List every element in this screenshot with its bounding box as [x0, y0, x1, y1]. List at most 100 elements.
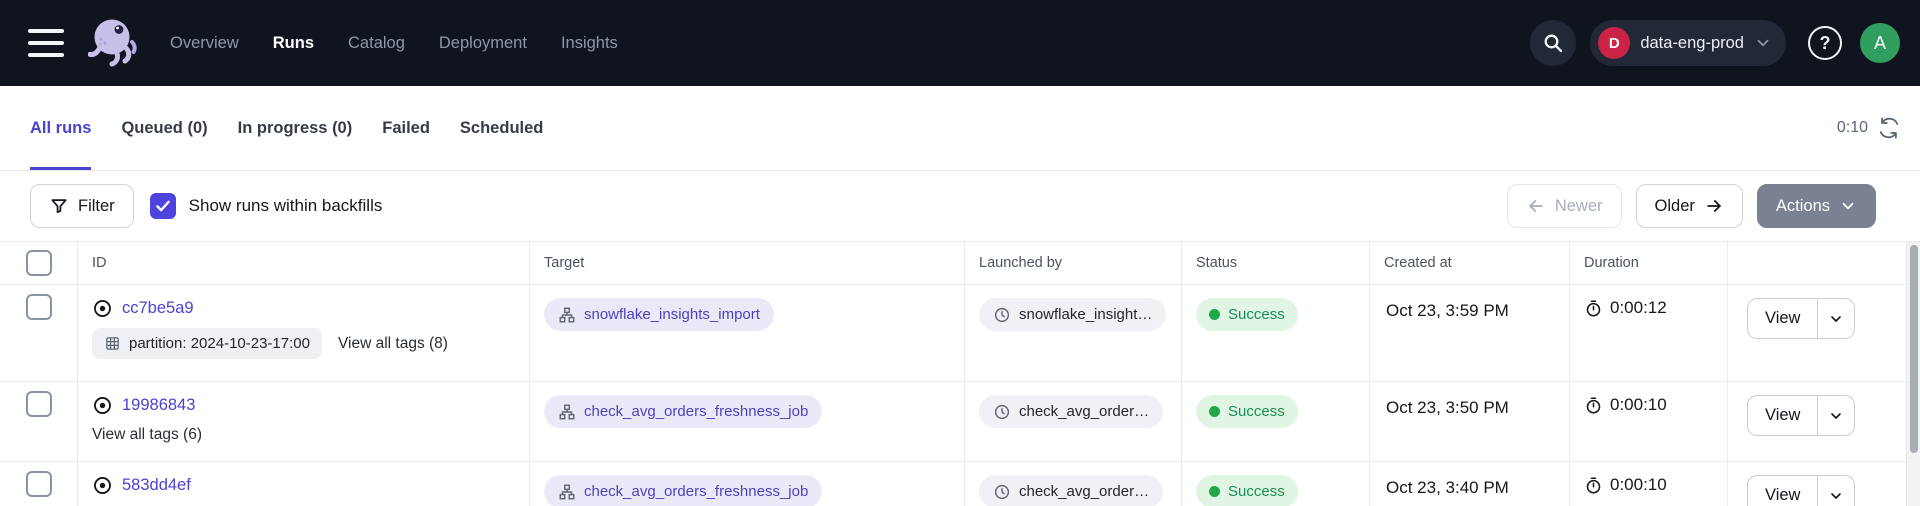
- partition-tag-label: partition: 2024-10-23-17:00: [129, 335, 310, 352]
- grid-icon: [104, 335, 121, 352]
- nav-item-runs[interactable]: Runs: [273, 34, 314, 53]
- actions-button-label: Actions: [1776, 197, 1830, 216]
- created-at-value: Oct 23, 3:59 PM: [1386, 298, 1509, 321]
- chevron-down-icon: [1754, 34, 1772, 52]
- backfills-label: Show runs within backfills: [189, 196, 383, 216]
- help-icon[interactable]: ?: [1808, 26, 1842, 60]
- search-button[interactable]: [1530, 20, 1576, 66]
- tab-scheduled[interactable]: Scheduled: [460, 86, 543, 170]
- column-header-target: Target: [530, 242, 965, 284]
- older-button[interactable]: Older: [1636, 184, 1743, 228]
- table-row: cc7be5a9 partition: 2024-10-23-17:00 Vie…: [0, 285, 1906, 382]
- clock-icon: [993, 403, 1011, 421]
- view-split-button: View: [1747, 475, 1855, 506]
- stopwatch-icon: [1584, 476, 1603, 495]
- nav-item-deployment[interactable]: Deployment: [439, 34, 527, 53]
- target-job-pill[interactable]: check_avg_orders_freshness_job: [544, 395, 822, 428]
- run-status-circle-icon: [92, 395, 113, 416]
- stopwatch-icon: [1584, 299, 1603, 318]
- view-menu-chevron-icon[interactable]: [1818, 299, 1854, 338]
- target-job-label: check_avg_orders_freshness_job: [584, 403, 808, 420]
- launched-by-label: snowflake_insight…: [1019, 306, 1152, 323]
- table-header-row: ID Target Launched by Status Created at …: [0, 242, 1906, 285]
- duration-value: 0:00:10: [1610, 475, 1667, 495]
- show-backfills-toggle[interactable]: Show runs within backfills: [150, 193, 383, 219]
- run-status-circle-icon: [92, 298, 113, 319]
- hamburger-menu-icon[interactable]: [28, 29, 64, 57]
- top-navigation-bar: Overview Runs Catalog Deployment Insight…: [0, 0, 1920, 86]
- newer-button-label: Newer: [1555, 197, 1603, 216]
- runs-table: ID Target Launched by Status Created at …: [0, 242, 1920, 506]
- job-graph-icon: [558, 483, 576, 501]
- refresh-icon[interactable]: [1878, 117, 1900, 139]
- column-header-duration: Duration: [1570, 242, 1728, 284]
- vertical-scrollbar[interactable]: [1906, 242, 1920, 506]
- launched-by-pill[interactable]: check_avg_order…: [979, 475, 1163, 506]
- column-header-created-at: Created at: [1370, 242, 1570, 284]
- status-badge: Success: [1196, 395, 1298, 428]
- run-status-circle-icon: [92, 475, 113, 496]
- run-id-link[interactable]: 583dd4ef: [122, 476, 191, 495]
- status-label: Success: [1228, 403, 1285, 420]
- run-id-link[interactable]: 19986843: [122, 396, 195, 415]
- backfills-checkbox[interactable]: [150, 193, 176, 219]
- view-all-tags-link[interactable]: View all tags (8): [338, 335, 448, 353]
- older-button-label: Older: [1655, 197, 1695, 216]
- filter-bar: Filter Show runs within backfills Newer …: [0, 171, 1920, 242]
- created-at-value: Oct 23, 3:40 PM: [1386, 475, 1509, 498]
- tab-queued[interactable]: Queued (0): [121, 86, 207, 170]
- deployment-switcher[interactable]: D data-eng-prod: [1590, 20, 1786, 66]
- column-header-id: ID: [78, 242, 530, 284]
- select-all-checkbox[interactable]: [26, 250, 52, 276]
- view-menu-chevron-icon[interactable]: [1818, 396, 1854, 435]
- run-id-link[interactable]: cc7be5a9: [122, 299, 194, 318]
- clock-icon: [993, 483, 1011, 501]
- newer-button[interactable]: Newer: [1507, 184, 1622, 228]
- tab-failed[interactable]: Failed: [382, 86, 430, 170]
- view-all-tags-link[interactable]: View all tags (6): [92, 426, 202, 443]
- arrow-right-icon: [1704, 196, 1724, 216]
- view-button[interactable]: View: [1748, 396, 1818, 435]
- deployment-name: data-eng-prod: [1640, 34, 1744, 53]
- filter-button[interactable]: Filter: [30, 184, 134, 228]
- launched-by-label: check_avg_order…: [1019, 403, 1149, 420]
- view-button[interactable]: View: [1748, 299, 1818, 338]
- view-split-button: View: [1747, 395, 1855, 436]
- runs-tabs-bar: All runs Queued (0) In progress (0) Fail…: [0, 86, 1920, 171]
- duration-value: 0:00:10: [1610, 395, 1667, 415]
- target-job-label: snowflake_insights_import: [584, 306, 760, 323]
- arrow-left-icon: [1526, 196, 1546, 216]
- created-at-value: Oct 23, 3:50 PM: [1386, 395, 1509, 418]
- launched-by-pill[interactable]: snowflake_insight…: [979, 298, 1166, 331]
- success-dot-icon: [1209, 406, 1220, 417]
- tab-all-runs[interactable]: All runs: [30, 86, 91, 170]
- scrollbar-thumb[interactable]: [1910, 245, 1918, 453]
- refresh-countdown: 0:10: [1837, 119, 1868, 137]
- status-label: Success: [1228, 306, 1285, 323]
- column-header-status: Status: [1182, 242, 1370, 284]
- view-menu-chevron-icon[interactable]: [1818, 476, 1854, 506]
- avatar[interactable]: A: [1860, 23, 1900, 63]
- target-job-pill[interactable]: check_avg_orders_freshness_job: [544, 475, 822, 506]
- view-button[interactable]: View: [1748, 476, 1818, 506]
- nav-item-catalog[interactable]: Catalog: [348, 34, 405, 53]
- nav-item-insights[interactable]: Insights: [561, 34, 618, 53]
- status-badge: Success: [1196, 298, 1298, 331]
- launched-by-pill[interactable]: check_avg_order…: [979, 395, 1163, 428]
- success-dot-icon: [1209, 309, 1220, 320]
- row-checkbox[interactable]: [26, 391, 52, 417]
- actions-button[interactable]: Actions: [1757, 184, 1876, 228]
- chevron-down-icon: [1839, 197, 1857, 215]
- row-checkbox[interactable]: [26, 471, 52, 497]
- table-row: 583dd4ef check_avg_orders_freshness_job …: [0, 462, 1906, 506]
- status-label: Success: [1228, 483, 1285, 500]
- partition-tag[interactable]: partition: 2024-10-23-17:00: [92, 328, 322, 359]
- tab-in-progress[interactable]: In progress (0): [238, 86, 353, 170]
- nav-item-overview[interactable]: Overview: [170, 34, 239, 53]
- target-job-pill[interactable]: snowflake_insights_import: [544, 298, 774, 331]
- filter-button-label: Filter: [78, 197, 115, 216]
- table-row: 19986843 View all tags (6) check_avg_ord…: [0, 382, 1906, 462]
- dagster-logo-icon[interactable]: [88, 16, 138, 70]
- row-checkbox[interactable]: [26, 294, 52, 320]
- column-header-launched-by: Launched by: [965, 242, 1182, 284]
